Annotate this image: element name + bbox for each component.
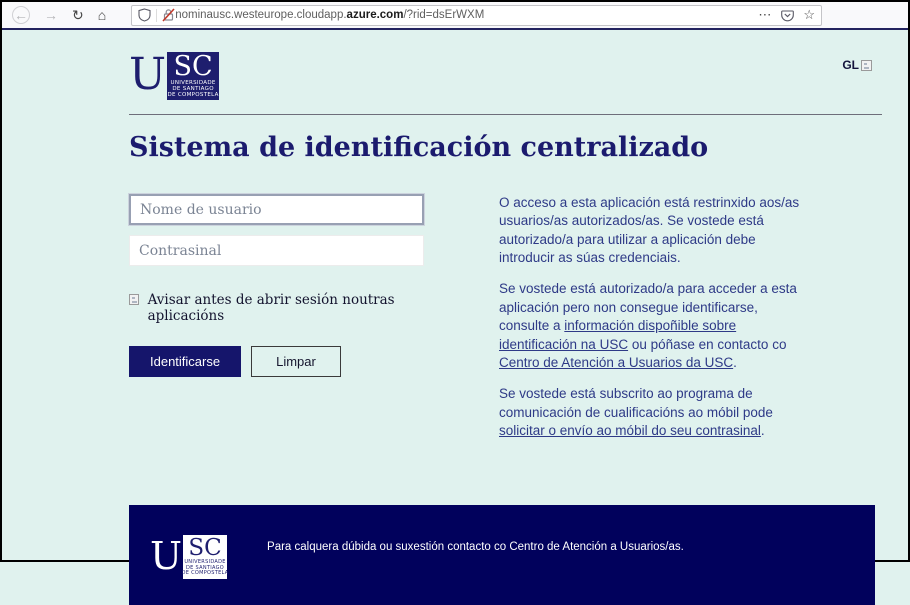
usc-logo: U SC UNIVERSIDADE DE SANTIAGO DE COMPOST… [129,52,219,100]
warn-before-login-label: Avisar antes de abrir sesión noutras apl… [148,292,424,324]
url-text: nominausc.westeurope.cloudapp.azure.com/… [175,9,484,21]
address-bar[interactable]: nominausc.westeurope.cloudapp.azure.com/… [131,5,822,26]
info-column: O acceso a esta aplicación está restrinx… [499,194,811,453]
language-flag-icon [861,60,872,71]
insecure-lock-icon[interactable] [162,8,175,22]
usc-logo-u: U [129,52,166,98]
forward-button[interactable]: → [44,8,58,22]
browser-toolbar: ← → ↻ ⌂ nominausc.westeurope.cloudapp.az… [2,2,908,30]
password-input[interactable] [129,235,424,266]
clear-button[interactable]: Limpar [251,346,341,377]
page-actions-icon[interactable]: ⋯ [758,7,772,23]
username-input[interactable] [129,194,424,225]
bookmark-star-icon[interactable]: ☆ [803,7,815,23]
warn-before-login-checkbox[interactable] [129,294,139,305]
page-title: Sistema de identificación centralizado [129,132,882,163]
info-paragraph-1: O acceso a esta aplicación está restrinx… [499,194,811,267]
back-button[interactable]: ← [12,6,30,24]
info-paragraph-2: Se vostede está autorizado/a para accede… [499,280,811,372]
home-button[interactable]: ⌂ [98,8,106,22]
footer-text: Para calquera dúbida ou suxestión contac… [267,541,684,553]
site-header: U SC UNIVERSIDADE DE SANTIAGO DE COMPOST… [129,30,882,115]
login-form: Avisar antes de abrir sesión noutras apl… [129,194,424,453]
tracking-protection-shield-icon[interactable] [138,8,151,22]
reload-button[interactable]: ↻ [72,8,84,22]
link-send-password-to-mobile[interactable]: solicitar o envío ao móbil do seu contra… [499,423,761,438]
usc-footer-logo: U SC UNIVERSIDADE DE SANTIAGO DE COMPOST… [150,535,227,579]
link-user-support-center[interactable]: Centro de Atención a Usuarios da USC [499,355,733,370]
login-page: U SC UNIVERSIDADE DE SANTIAGO DE COMPOST… [2,30,908,558]
usc-logo-box: SC UNIVERSIDADE DE SANTIAGO DE COMPOSTEL… [167,52,219,100]
language-label: GL [842,58,859,72]
pocket-icon[interactable] [781,9,794,22]
footer: U SC UNIVERSIDADE DE SANTIAGO DE COMPOST… [129,505,875,605]
identify-button[interactable]: Identificarse [129,346,241,377]
info-paragraph-3: Se vostede está subscrito ao programa de… [499,385,811,440]
divider [156,9,157,22]
language-selector[interactable]: GL [842,58,872,72]
